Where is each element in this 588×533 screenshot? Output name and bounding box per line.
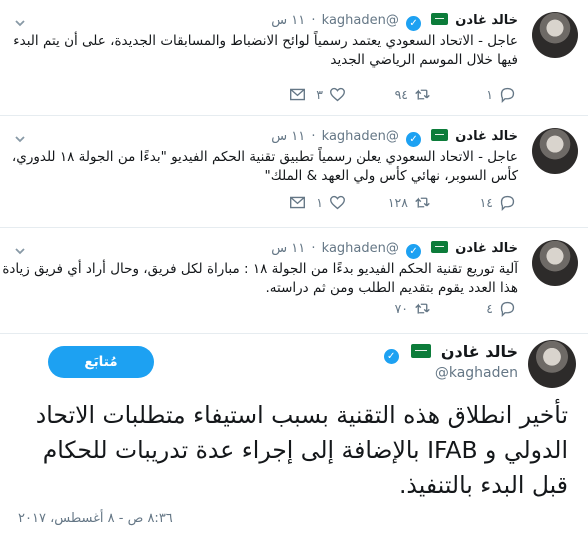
reply-icon	[500, 301, 515, 317]
separator: ·	[311, 13, 316, 28]
verified-icon: ✓	[406, 244, 422, 259]
retweet-count: ٩٤	[394, 87, 408, 102]
reply-button[interactable]: ٤	[431, 300, 516, 317]
reply-icon	[500, 87, 515, 103]
verified-icon: ✓	[406, 16, 422, 31]
user-handle[interactable]: @kaghaden	[322, 13, 399, 28]
verified-icon: ✓	[406, 132, 422, 147]
flag-icon	[431, 13, 449, 25]
chevron-down-icon[interactable]	[14, 242, 26, 255]
tweet-header: خالد غادن ✓ @kaghaden · ١١ س	[271, 12, 518, 31]
user-handle[interactable]: @kaghaden	[435, 365, 518, 381]
user-name[interactable]: خالد غادن	[455, 129, 518, 144]
reply-icon	[500, 195, 515, 211]
tweet-actions: ١٤ ١٢٨ ١	[266, 194, 516, 211]
retweet-icon	[415, 89, 430, 100]
following-button[interactable]: مُتابَع	[48, 346, 154, 378]
retweet-button[interactable]: ٩٤	[346, 86, 431, 103]
like-count: ١	[316, 195, 323, 210]
tweet-time[interactable]: ١١ س	[271, 13, 305, 28]
avatar[interactable]	[532, 12, 578, 58]
retweet-button[interactable]: ٧٠	[346, 300, 431, 317]
tweet-actions: ١ ٩٤ ٣	[266, 86, 516, 103]
user-name[interactable]: خالد غادن	[455, 13, 518, 28]
tweet-text: آلية توريع تقنية الحكم الفيديو بدءًا من …	[2, 261, 518, 296]
reply-count: ٤	[486, 301, 493, 316]
user-name[interactable]: خالد غادن	[455, 241, 518, 256]
tweet-actions: ٤ ٧٠	[346, 300, 516, 317]
retweet-icon	[415, 197, 430, 208]
dm-button[interactable]	[266, 86, 306, 103]
reply-count: ١	[486, 87, 493, 102]
user-handle[interactable]: @kaghaden	[322, 129, 399, 144]
retweet-button[interactable]: ١٢٨	[346, 194, 431, 211]
separator: ·	[311, 241, 316, 256]
chevron-down-icon[interactable]	[14, 130, 26, 143]
avatar[interactable]	[532, 240, 578, 286]
flag-icon	[431, 241, 449, 253]
like-button[interactable]: ١	[306, 194, 346, 211]
reply-count: ١٤	[479, 195, 493, 210]
retweet-icon	[415, 303, 430, 314]
tweet-1[interactable]: خالد غادن ✓ @kaghaden · ١١ س عاجل - الات…	[0, 0, 588, 116]
tweet-time[interactable]: ١١ س	[271, 129, 305, 144]
avatar[interactable]	[532, 128, 578, 174]
tweet-text: عاجل - الاتحاد السعودي يعلن رسمياً تطبيق…	[11, 149, 518, 184]
flag-icon	[411, 344, 432, 358]
tweet-2[interactable]: خالد غادن ✓ @kaghaden · ١١ س عاجل - الات…	[0, 116, 588, 228]
user-name[interactable]: خالد غادن	[441, 342, 518, 361]
dm-icon	[290, 88, 305, 101]
retweet-count: ١٢٨	[387, 195, 408, 210]
tweet-header: خالد غادن ✓ @kaghaden · ١١ س	[271, 240, 518, 259]
flag-icon	[431, 129, 449, 141]
dm-button[interactable]	[266, 194, 306, 211]
tweet-timestamp[interactable]: ٨:٣٦ ص - ٨ أغسطس، ٢٠١٧	[18, 511, 173, 526]
verified-icon: ✓	[383, 349, 399, 364]
tweet-time[interactable]: ١١ س	[271, 241, 305, 256]
like-icon	[330, 87, 345, 102]
main-tweet-text: تأخير انطلاق هذه التقنية بسبب استيفاء مت…	[35, 401, 568, 499]
tweet-header: خالد غادن ✓ @kaghaden · ١١ س	[271, 128, 518, 147]
like-icon	[330, 195, 345, 210]
main-tweet: خالد غادن ✓ @kaghaden مُتابَع تأخير انطل…	[0, 334, 588, 533]
reply-button[interactable]: ١٤	[431, 194, 516, 211]
retweet-count: ٧٠	[394, 301, 408, 316]
dm-icon	[290, 196, 305, 209]
separator: ·	[311, 129, 316, 144]
user-handle[interactable]: @kaghaden	[322, 241, 399, 256]
reply-button[interactable]: ١	[431, 86, 516, 103]
like-button[interactable]: ٣	[306, 86, 346, 103]
chevron-down-icon[interactable]	[14, 14, 26, 27]
tweet-3[interactable]: خالد غادن ✓ @kaghaden · ١١ س آلية توريع …	[0, 228, 588, 334]
tweet-text: عاجل - الاتحاد السعودي يعتمد رسمياً لوائ…	[13, 33, 518, 68]
main-user-name-row: خالد غادن ✓	[381, 342, 518, 364]
avatar[interactable]	[528, 340, 576, 388]
like-count: ٣	[316, 87, 323, 102]
